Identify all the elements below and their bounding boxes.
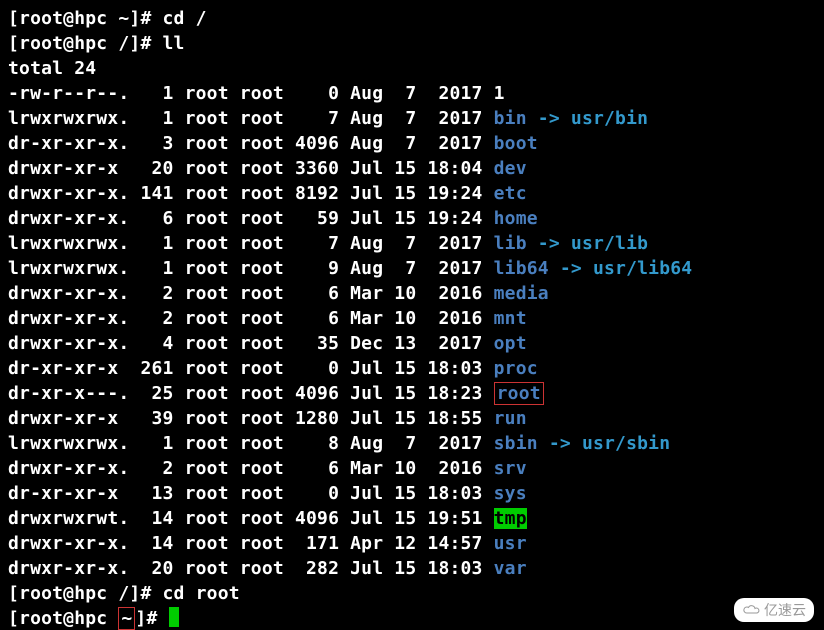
- link-name: sbin: [494, 433, 538, 454]
- ls-row: drwxr-xr-x. 6 root root 59 Jul 15 19:24: [8, 208, 494, 229]
- dir-name: var: [494, 558, 527, 579]
- cursor-icon: [169, 607, 179, 627]
- prompt-line: [root@hpc: [8, 608, 118, 629]
- ls-row: drwxr-xr-x. 141 root root 8192 Jul 15 19…: [8, 183, 494, 204]
- link-arrow: ->: [538, 433, 582, 454]
- ls-row: drwxr-xr-x. 2 root root 6 Mar 10 2016: [8, 308, 494, 329]
- watermark-badge: 亿速云: [734, 598, 814, 622]
- prompt-line: [root@hpc ~]# cd /: [8, 8, 207, 29]
- dir-name-highlighted: root: [494, 382, 544, 405]
- watermark-text: 亿速云: [764, 600, 806, 620]
- ls-row: lrwxrwxrwx. 1 root root 7 Aug 7 2017: [8, 233, 494, 254]
- dir-name-sticky: tmp: [494, 508, 527, 529]
- ls-row: dr-xr-xr-x 13 root root 0 Jul 15 18:03: [8, 483, 494, 504]
- dir-name: etc: [494, 183, 527, 204]
- ls-row: drwxr-xr-x. 14 root root 171 Apr 12 14:5…: [8, 533, 494, 554]
- prompt-line: [root@hpc /]# cd root: [8, 583, 240, 604]
- ls-row: drwxrwxrwt. 14 root root 4096 Jul 15 19:…: [8, 508, 494, 529]
- link-arrow: ->: [549, 258, 593, 279]
- link-arrow: ->: [527, 108, 571, 129]
- terminal-output[interactable]: [root@hpc ~]# cd / [root@hpc /]# ll tota…: [0, 0, 824, 630]
- ls-row: drwxr-xr-x. 20 root root 282 Jul 15 18:0…: [8, 558, 494, 579]
- ls-row: -rw-r--r--. 1 root root 0 Aug 7 2017: [8, 83, 494, 104]
- link-name: lib: [494, 233, 527, 254]
- dir-name: dev: [494, 158, 527, 179]
- ls-row: dr-xr-x---. 25 root root 4096 Jul 15 18:…: [8, 383, 494, 404]
- ls-row: drwxr-xr-x. 4 root root 35 Dec 13 2017: [8, 333, 494, 354]
- ls-row: lrwxrwxrwx. 1 root root 8 Aug 7 2017: [8, 433, 494, 454]
- dir-name: home: [494, 208, 538, 229]
- ls-row: drwxr-xr-x. 2 root root 6 Mar 10 2016: [8, 283, 494, 304]
- cwd-highlighted: ~: [118, 607, 135, 630]
- dir-name: usr: [494, 533, 527, 554]
- dir-name: opt: [494, 333, 527, 354]
- ls-row: dr-xr-xr-x 261 root root 0 Jul 15 18:03: [8, 358, 494, 379]
- dir-name: proc: [494, 358, 538, 379]
- ls-row: lrwxrwxrwx. 1 root root 9 Aug 7 2017: [8, 258, 494, 279]
- dir-name: mnt: [494, 308, 527, 329]
- ls-row: drwxr-xr-x 20 root root 3360 Jul 15 18:0…: [8, 158, 494, 179]
- dir-name: boot: [494, 133, 538, 154]
- dir-name: media: [494, 283, 549, 304]
- prompt-line: [root@hpc /]# ll: [8, 33, 185, 54]
- cloud-icon: [742, 604, 760, 616]
- prompt-line: ]#: [135, 608, 168, 629]
- dir-name: sys: [494, 483, 527, 504]
- link-target: usr/sbin: [582, 433, 670, 454]
- file-name: 1: [494, 83, 505, 104]
- dir-name: srv: [494, 458, 527, 479]
- link-name: lib64: [494, 258, 549, 279]
- link-target: usr/lib64: [593, 258, 692, 279]
- ls-row: drwxr-xr-x 39 root root 1280 Jul 15 18:5…: [8, 408, 494, 429]
- link-target: usr/lib: [571, 233, 648, 254]
- ls-row: dr-xr-xr-x. 3 root root 4096 Aug 7 2017: [8, 133, 494, 154]
- ls-row: lrwxrwxrwx. 1 root root 7 Aug 7 2017: [8, 108, 494, 129]
- dir-name: run: [494, 408, 527, 429]
- total-line: total 24: [8, 58, 96, 79]
- link-target: usr/bin: [571, 108, 648, 129]
- link-arrow: ->: [527, 233, 571, 254]
- ls-row: drwxr-xr-x. 2 root root 6 Mar 10 2016: [8, 458, 494, 479]
- link-name: bin: [494, 108, 527, 129]
